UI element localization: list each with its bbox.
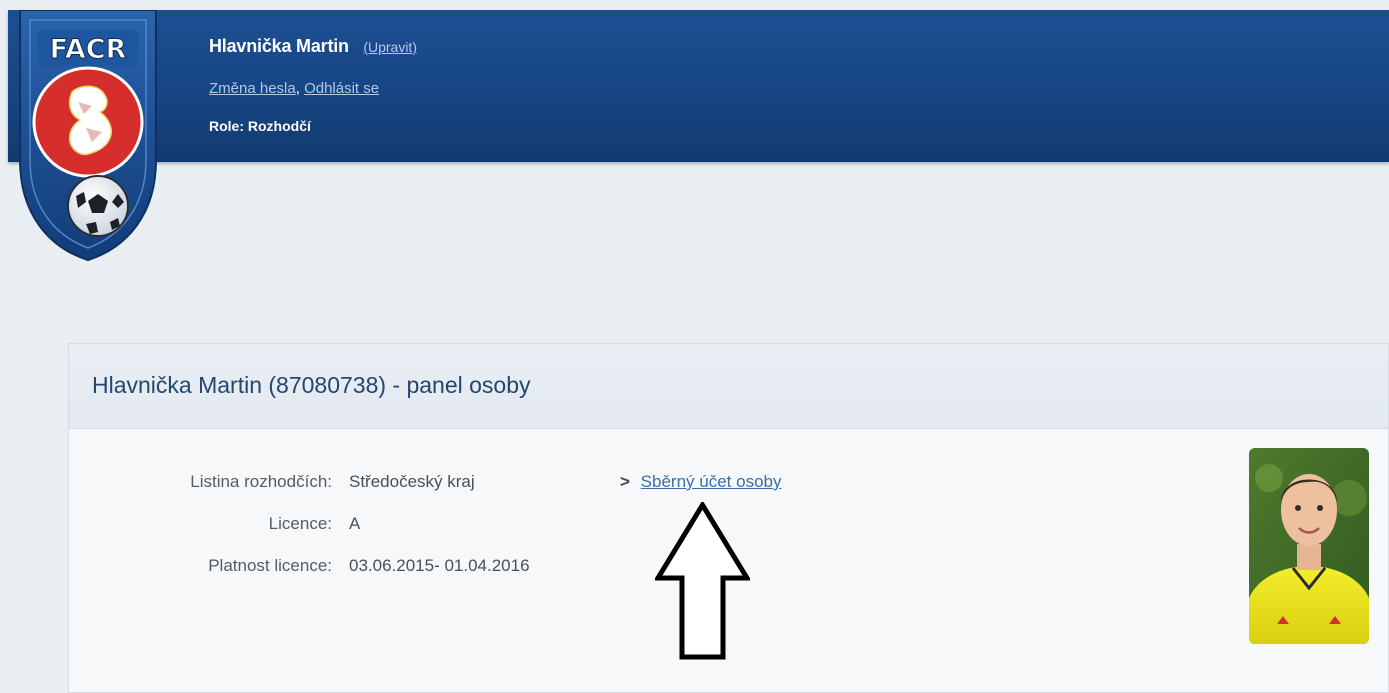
- field-label-referee-list: Listina rozhodčích:: [190, 472, 332, 491]
- chevron-right-icon: >: [620, 472, 630, 491]
- logout-link[interactable]: Odhlásit se: [304, 80, 379, 97]
- role-text: Role: Rozhodčí: [209, 118, 311, 134]
- top-header: Hlavnička Martin (Upravit) Změna hesla, …: [8, 10, 1389, 162]
- panel-title: Hlavnička Martin (87080738) - panel osob…: [92, 372, 531, 398]
- panel-header: Hlavnička Martin (87080738) - panel osob…: [69, 344, 1388, 429]
- account-links: Změna hesla, Odhlásit se: [209, 80, 379, 97]
- links-separator: ,: [295, 80, 300, 97]
- user-name: Hlavnička Martin: [209, 36, 349, 56]
- change-password-link[interactable]: Změna hesla: [209, 80, 296, 97]
- person-photo: [1249, 448, 1369, 644]
- field-label-license-validity: Platnost licence:: [208, 556, 332, 575]
- edit-profile-link[interactable]: (Upravit): [363, 39, 417, 55]
- account-link-row: > Sběrný účet osoby: [620, 472, 781, 492]
- page: Hlavnička Martin (Upravit) Změna hesla, …: [0, 0, 1389, 693]
- field-value-license: A: [349, 514, 361, 533]
- field-value-referee-list: Středočeský kraj: [349, 472, 475, 491]
- collection-account-link[interactable]: Sběrný účet osoby: [641, 472, 782, 491]
- logo-lettering: FACR: [50, 34, 127, 65]
- arrow-up-icon: [655, 502, 750, 660]
- user-block: Hlavnička Martin (Upravit): [209, 36, 417, 57]
- field-value-license-validity: 03.06.2015- 01.04.2016: [349, 556, 530, 575]
- field-label-license: Licence:: [268, 514, 332, 533]
- facr-logo-icon[interactable]: FACR: [14, 10, 162, 262]
